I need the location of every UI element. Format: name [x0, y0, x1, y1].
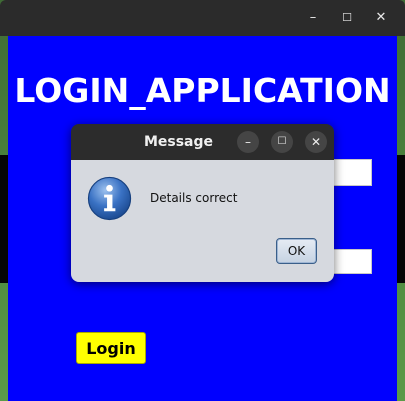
dialog-maximize-button[interactable]: ☐	[271, 131, 293, 153]
dialog-message: Details correct	[150, 191, 238, 205]
dialog-minimize-button[interactable]: –	[237, 131, 259, 153]
app-minimize-button[interactable]: –	[303, 8, 323, 28]
password-field[interactable]	[328, 249, 372, 274]
information-icon	[87, 176, 132, 221]
username-field[interactable]	[328, 159, 372, 186]
app-heading: LOGIN_APPLICATION	[14, 71, 391, 110]
login-button[interactable]: Login	[76, 332, 146, 364]
message-dialog: Message – ☐ ✕ Details correct OK	[71, 124, 334, 282]
ok-button[interactable]: OK	[276, 238, 317, 264]
app-titlebar[interactable]: – ☐ ✕	[0, 0, 405, 36]
dialog-titlebar[interactable]: Message – ☐ ✕	[71, 124, 334, 160]
dialog-body: Details correct OK	[71, 160, 334, 282]
dialog-close-button[interactable]: ✕	[305, 131, 327, 153]
app-maximize-button[interactable]: ☐	[337, 8, 357, 28]
app-close-button[interactable]: ✕	[371, 8, 391, 28]
